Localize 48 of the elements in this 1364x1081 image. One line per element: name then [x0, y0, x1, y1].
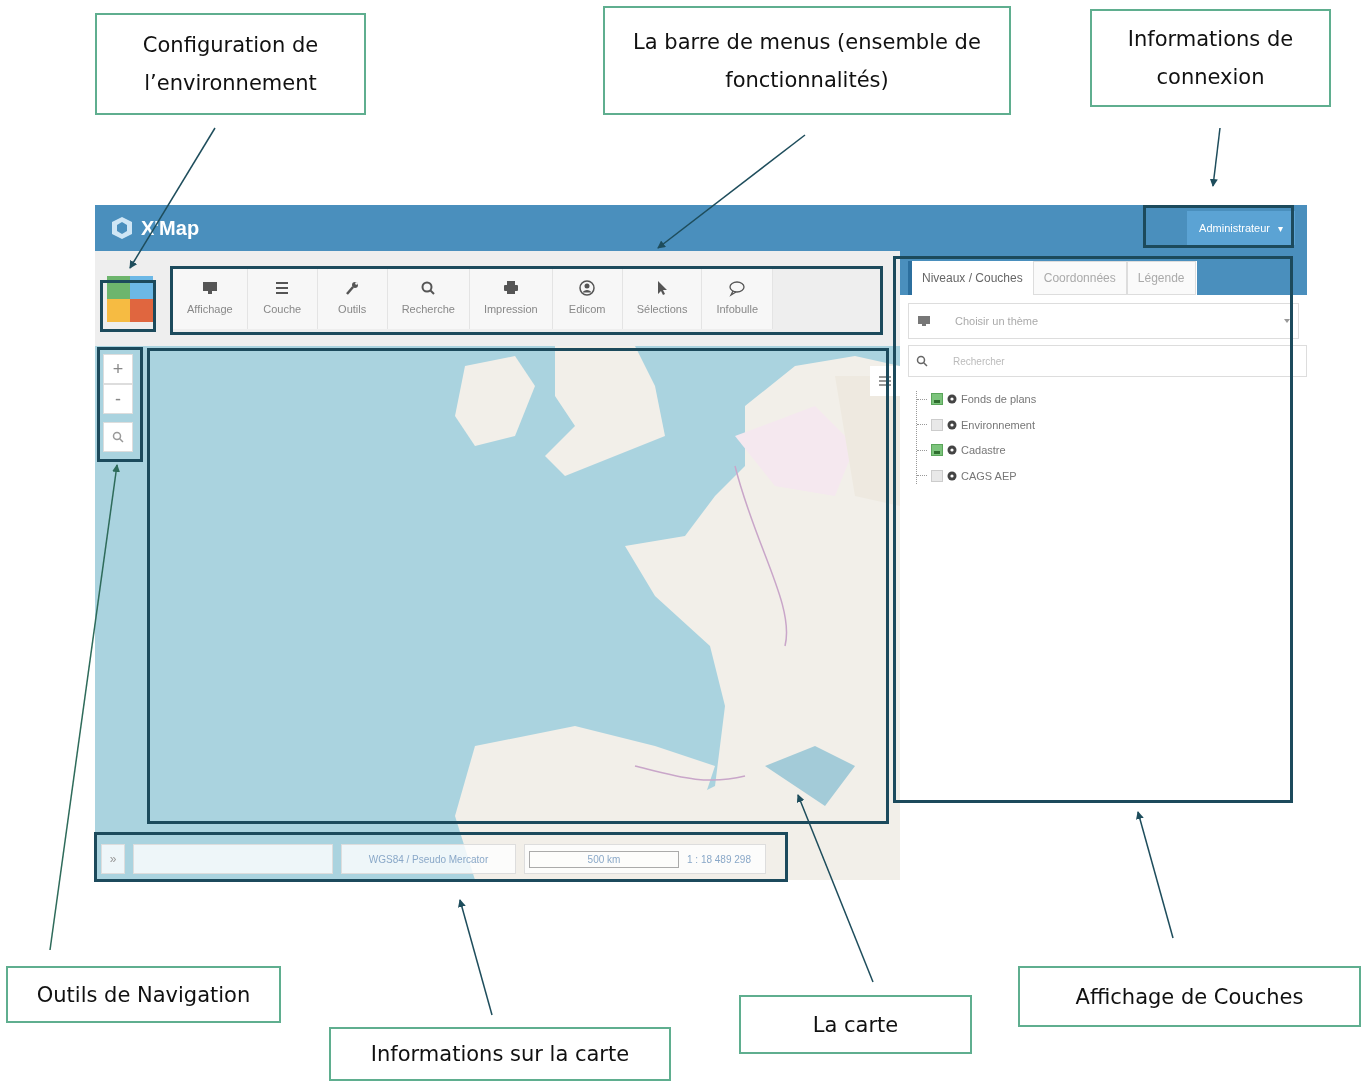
callout-box: La barre de menus (ensemble de fonctionnalités)	[603, 6, 1011, 115]
theme-placeholder: Choisir un thème	[955, 313, 1040, 329]
caret-icon	[1284, 319, 1290, 323]
zoom-out-button[interactable]: -	[103, 384, 133, 414]
menu-button[interactable]: Couche	[247, 268, 318, 329]
callout-box: La carte	[739, 995, 972, 1054]
grid-icon[interactable]	[107, 275, 153, 322]
menu-button[interactable]: Edicom	[552, 268, 623, 329]
layer-name[interactable]: Fonds de plans	[961, 391, 1037, 408]
menu-icon	[878, 375, 892, 387]
tab[interactable]: Coordonnées	[1032, 261, 1127, 295]
scale-bar: 500 km	[529, 850, 679, 868]
zoom-in-button[interactable]: +	[103, 354, 133, 384]
annotation-arrow	[1209, 127, 1221, 187]
expand-button[interactable]: »	[101, 844, 125, 874]
checkbox[interactable]	[931, 418, 943, 431]
layer-name[interactable]: Cadastre	[961, 442, 1006, 459]
layer-name[interactable]: Environnement	[961, 416, 1035, 433]
menu-button[interactable]: Affichage	[173, 268, 248, 329]
speech-bubble-icon	[728, 279, 747, 298]
callout-box: Informations de connexion	[1090, 9, 1331, 107]
app-title: X'Map	[141, 216, 200, 241]
tab[interactable]: Légende	[1126, 261, 1196, 295]
search-button[interactable]	[103, 422, 133, 452]
monitor-icon	[917, 315, 931, 327]
menu-button[interactable]: Sélections	[622, 268, 703, 329]
menu-button[interactable]: Recherche	[387, 268, 470, 329]
search-icon	[112, 431, 124, 443]
menu-button[interactable]: Impression	[469, 268, 553, 329]
highlight-frame	[100, 280, 156, 332]
search-icon	[916, 355, 928, 367]
search-field[interactable]: Rechercher	[908, 345, 1307, 377]
user-menu-button[interactable]: Administrateur ▾	[1187, 211, 1295, 245]
projection-field: WGS84 / Pseudo Mercator	[341, 844, 516, 874]
theme-select[interactable]: Choisir un thème	[908, 303, 1299, 339]
menu-button[interactable]: Infobulle	[702, 268, 774, 329]
checkbox[interactable]	[931, 469, 943, 482]
callout-box: Informations sur la carte	[329, 1027, 671, 1081]
logo-icon	[111, 216, 133, 240]
user-icon	[578, 279, 597, 298]
scale-text: 1 : 18 489 298	[687, 852, 751, 867]
menu-button[interactable]: Outils	[317, 268, 388, 329]
checkbox[interactable]	[931, 444, 943, 457]
layer-name[interactable]: CAGS AEP	[961, 467, 1017, 484]
callout-box: Outils de Navigation	[6, 966, 281, 1023]
callout-box: Configuration de l’environnement	[95, 13, 366, 115]
checkbox[interactable]	[931, 393, 943, 406]
callout-box: Affichage de Couches	[1018, 966, 1361, 1027]
